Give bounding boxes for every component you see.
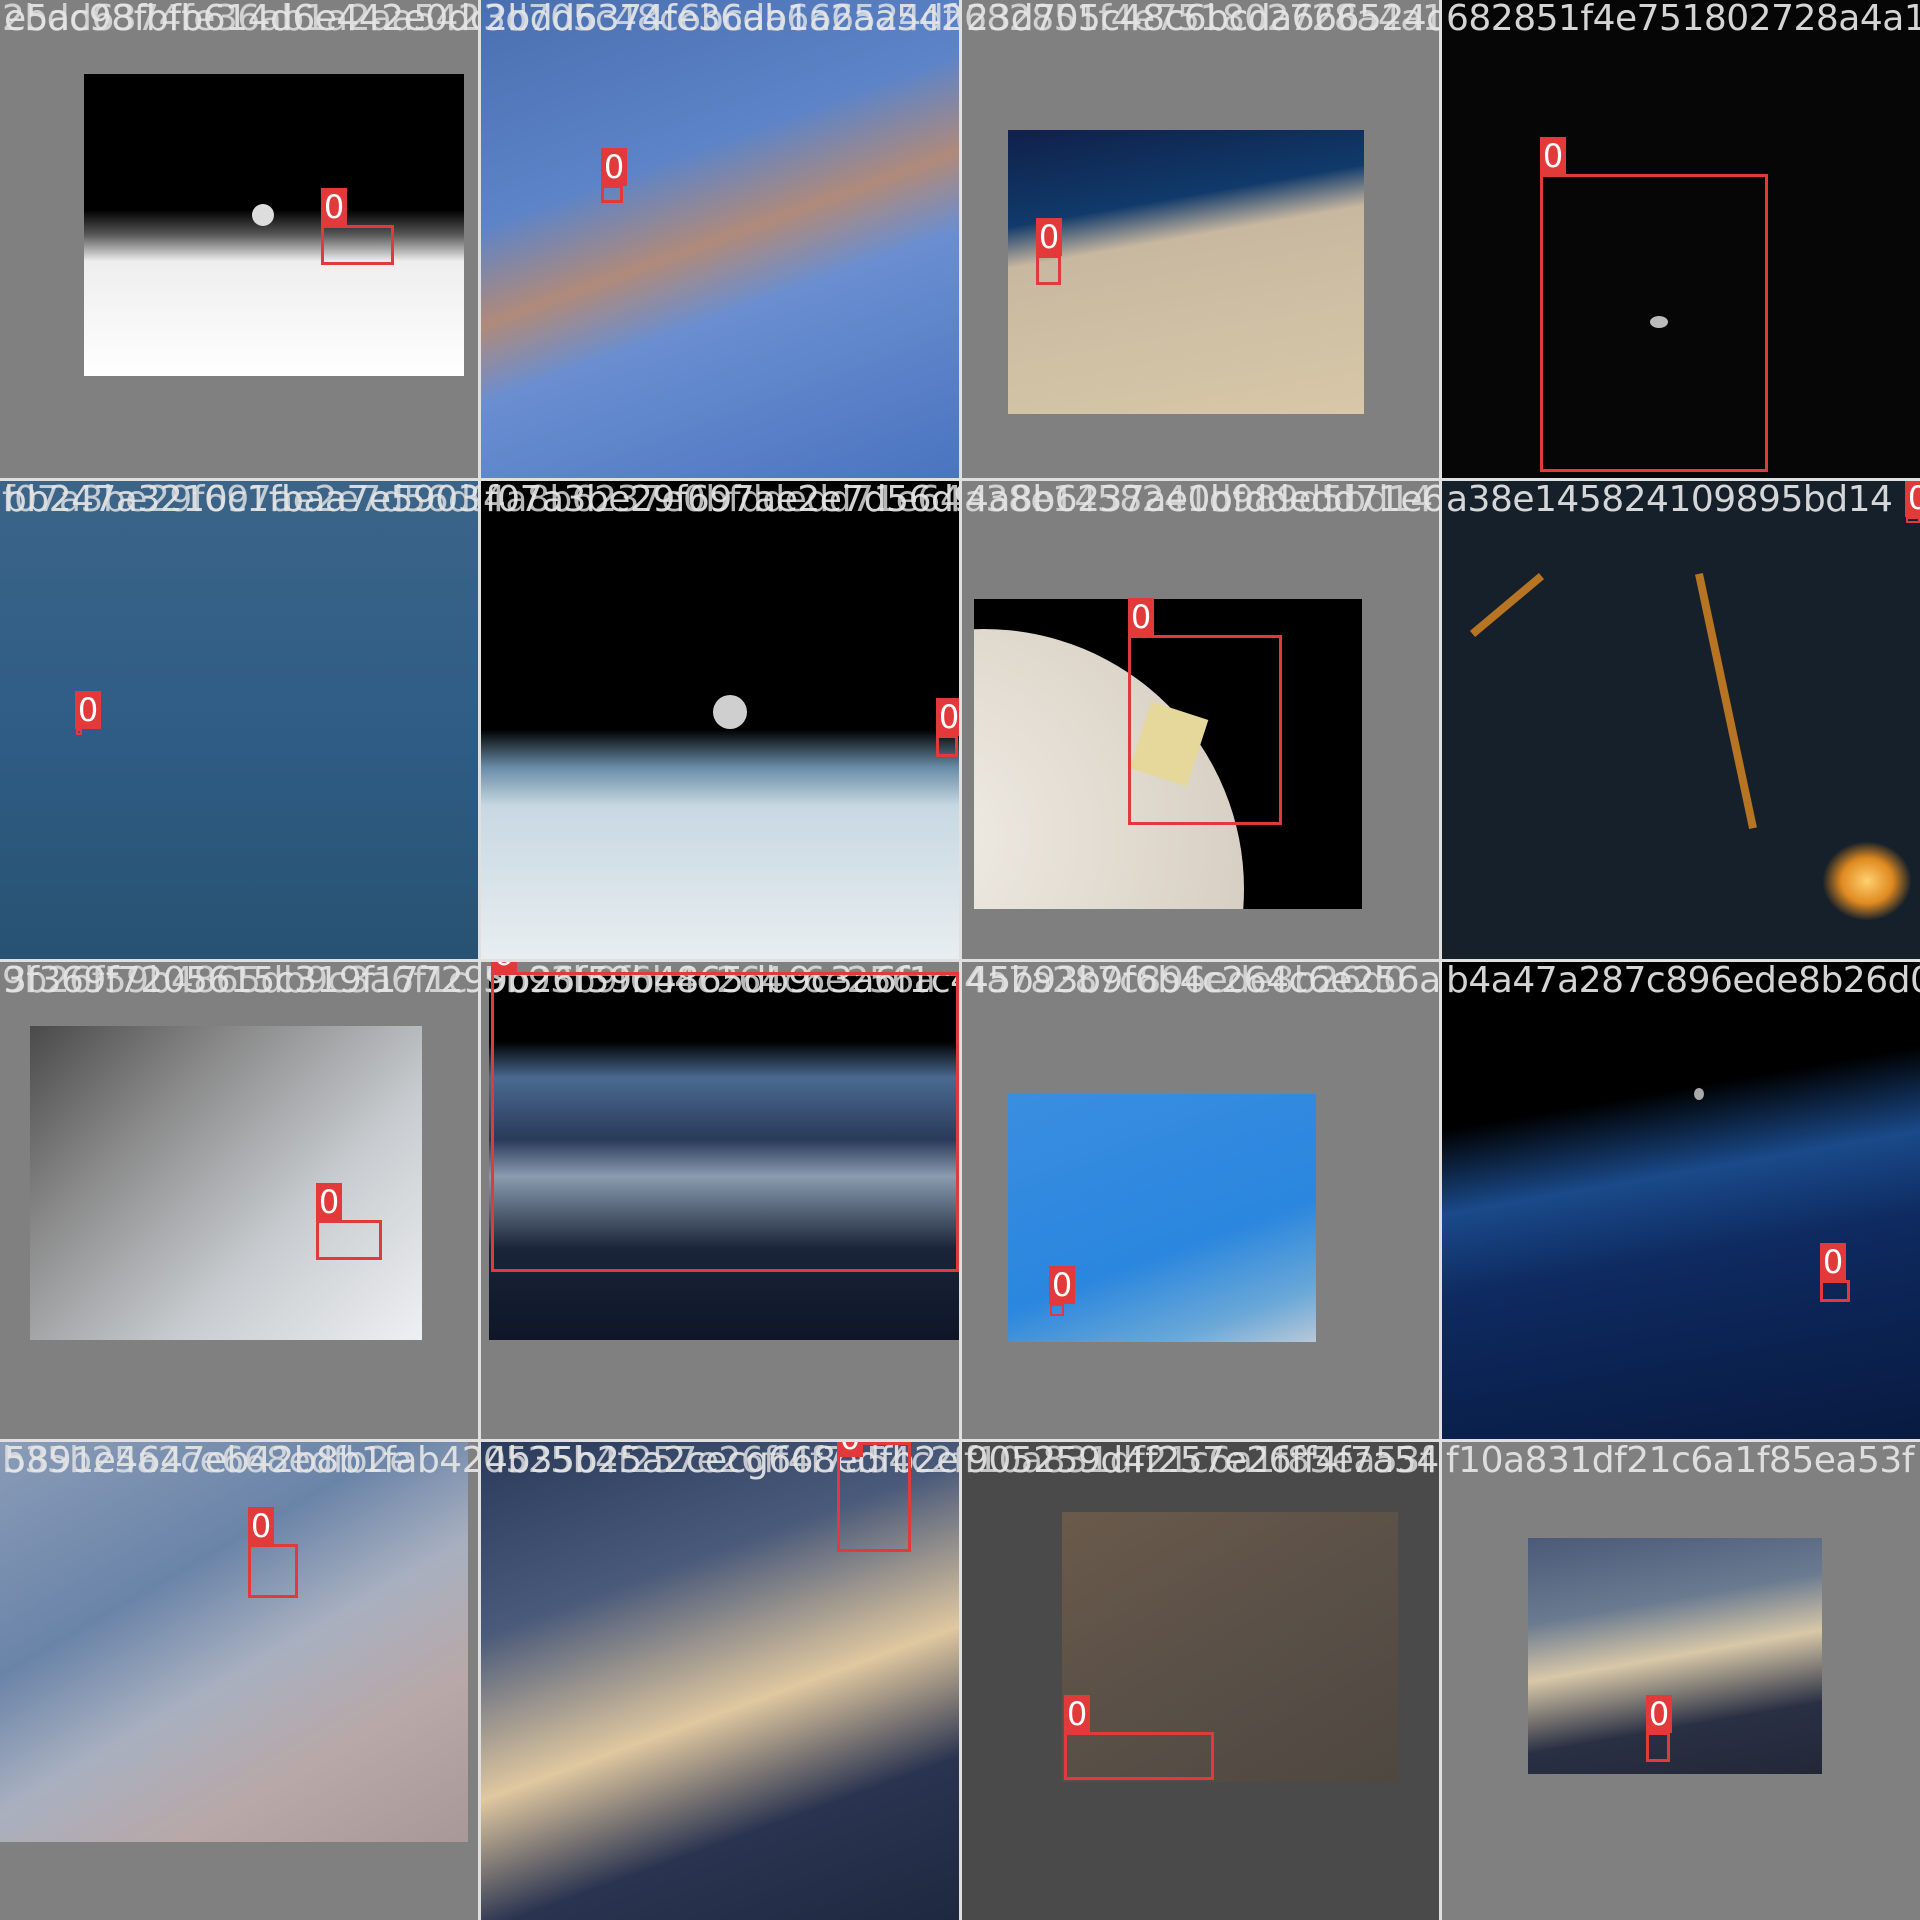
photo	[1528, 1538, 1822, 1774]
city-lights	[1695, 573, 1757, 829]
class-label: 0	[1646, 1695, 1672, 1733]
grid-tile[interactable]: 0 9b26f59b4865db9c3a6f1c4 5b93b9f6b4c264…	[481, 962, 959, 1440]
photo	[481, 481, 959, 959]
photo	[84, 74, 464, 376]
detection-box[interactable]: 0	[1905, 481, 1920, 523]
grid-divider	[0, 959, 1920, 962]
class-label: 0	[491, 962, 517, 973]
filename-label: 45b93b9f6b4c264c6e256ab	[966, 962, 1440, 1001]
grid-tile[interactable]: 0 e5ac98fbfb614d6e442e0dcc 2bdd6374fe36a…	[0, 0, 478, 478]
filename-label: 4a8b6237ae0bfddedd71e64	[966, 481, 1440, 520]
detection-box[interactable]: 0	[601, 148, 627, 203]
class-label: 0	[1064, 1695, 1090, 1733]
grid-tile[interactable]: 0 bb247a3210c1fbaa7e590326 f07a3be29f697…	[0, 481, 478, 959]
filename-label-overlap: f10a831df21c6a1f85ea53f	[964, 1442, 1432, 1481]
grid-tile[interactable]: 0 4a8b6237ae0bfddedd71e64 a38e1458241d98…	[962, 481, 1440, 959]
grid-tile[interactable]: 0 b4a47a287c896ede8b26d0	[1442, 962, 1920, 1440]
detection-box[interactable]: 0	[491, 962, 959, 1272]
photo	[1442, 962, 1920, 1440]
class-label: 0	[1036, 218, 1062, 256]
grid-tile[interactable]: 0 905259d4f257e26ff4f7a54c2f4 f10a831df2…	[962, 1442, 1440, 1920]
photo	[30, 1026, 422, 1340]
detection-box[interactable]: 0	[1064, 1695, 1214, 1780]
class-label: 0	[1540, 137, 1566, 175]
photo	[481, 0, 959, 478]
detection-box[interactable]: 0	[1128, 598, 1282, 825]
class-label: 0	[75, 691, 101, 729]
class-label: 0	[601, 148, 627, 186]
class-label: 0	[1905, 481, 1920, 517]
detection-box[interactable]: 0	[1820, 1243, 1850, 1302]
grid-tile[interactable]: 0 5891e4647eb42b8b1fab4218 b35b25a2ce668…	[0, 1442, 478, 1920]
moon	[252, 204, 274, 226]
filename-label: f10a831df21c6a1f85ea53f	[1446, 1442, 1914, 1481]
filename-label: 3f369f7205615c319f177298	[4, 962, 478, 1001]
detection-box[interactable]: 0	[1036, 218, 1062, 285]
grid-tile[interactable]: 0 f10a831df21c6a1f85ea53f	[1442, 1442, 1920, 1920]
detection-box[interactable]: 0	[1049, 1266, 1075, 1316]
moon	[1694, 1088, 1704, 1100]
detection-box[interactable]: 0	[1540, 137, 1768, 472]
city-lights	[1469, 573, 1545, 637]
detection-box[interactable]: 0	[1646, 1695, 1672, 1762]
filename-label-overlap: a38e1458241d989d5bd14	[964, 481, 1433, 520]
photo	[1008, 130, 1364, 414]
class-label: 0	[1049, 1266, 1075, 1304]
photo	[0, 481, 478, 959]
grid-tile[interactable]: 0 2bdd6374fe36ab1a2aa54222 3d705c48c6bcd…	[481, 0, 959, 478]
class-label: 0	[1128, 598, 1154, 636]
detection-box[interactable]: 0	[936, 698, 959, 757]
filename-label-overlap: 2bdd6374fe36ab1a2aa5422	[2, 0, 478, 39]
grid-tile[interactable]: 0 a38e145824109895bd14	[1442, 481, 1920, 959]
filename-label: 23d705c48c6bcda666524dfd	[966, 0, 1440, 39]
grid-divider	[0, 478, 1920, 481]
detection-box[interactable]: 0	[316, 1183, 382, 1260]
class-label: 0	[837, 1442, 863, 1457]
class-label: 0	[248, 1507, 274, 1545]
grid-tile[interactable]: 0 23d705c48c6bcda666524dfd 682851f4e7518…	[962, 0, 1440, 478]
detection-box[interactable]: 0	[837, 1442, 911, 1552]
filename-label-overlap: 682851f4e751802728a4a1	[964, 0, 1440, 39]
grid-tile[interactable]: 0 3f369f7205615c319f177298 9b26f59b4865d…	[0, 962, 478, 1440]
class-label: 0	[316, 1183, 342, 1221]
filename-label-overlap: 4a7a287c896ede8b26d0	[964, 962, 1406, 1001]
grid-divider	[0, 1439, 1920, 1442]
grid-tile[interactable]: 0 45b93b9f6b4c264c6e256ab 4a7a287c896ede…	[962, 962, 1440, 1440]
moon	[713, 695, 747, 729]
grid-tile[interactable]: 0 682851f4e751802728a4a1	[1442, 0, 1920, 478]
class-label: 0	[1820, 1243, 1846, 1281]
detection-box[interactable]: 0	[75, 691, 101, 735]
filename-label: e5ac98fbfb614d6e442e0dcc	[4, 0, 478, 39]
filename-label-overlap: 9b26f59b4865db9c3a6f1c	[2, 962, 468, 1001]
class-label: 0	[936, 698, 959, 736]
grid-tile[interactable]: 0 f07a3be29f697ae2e7d56d976 4a8b6237e0bf…	[481, 481, 959, 959]
city-lights	[1822, 841, 1912, 921]
detection-box[interactable]: 0	[321, 188, 394, 265]
photo	[0, 1442, 468, 1842]
class-label: 0	[321, 188, 347, 226]
photo	[1442, 481, 1920, 959]
filename-label: 905259d4f257e26ff4f7a54c2f4	[966, 1442, 1440, 1481]
grid-tile[interactable]: 0 4b35b25a2cecg668edfb2e 0525b4f257e26ff…	[481, 1442, 959, 1920]
detection-box[interactable]: 0	[248, 1507, 298, 1598]
